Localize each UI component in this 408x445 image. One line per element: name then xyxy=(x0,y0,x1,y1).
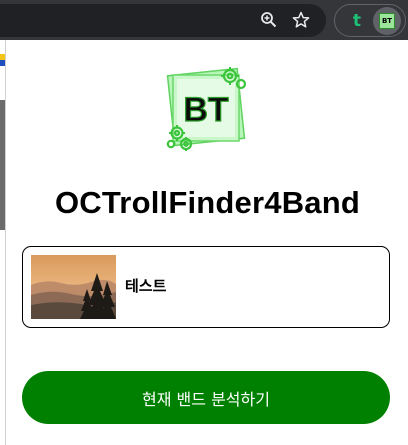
address-bar[interactable] xyxy=(0,4,326,37)
bt-extension-icon[interactable]: BT xyxy=(373,7,401,35)
star-icon[interactable] xyxy=(290,9,312,31)
analyze-current-band-button[interactable]: 현재 밴드 분석하기 xyxy=(22,371,390,424)
browser-toolbar: t BT xyxy=(0,0,408,40)
bt-logo-text: BT xyxy=(183,91,229,129)
band-card[interactable]: 테스트 xyxy=(22,246,390,328)
bt-extension-badge: BT xyxy=(379,13,395,29)
bt-logo: BT xyxy=(162,65,250,153)
band-name: 테스트 xyxy=(125,277,167,295)
extension-popup: BT OCTrollFinder4Band 테스트 현재 밴드 분석하기 xyxy=(5,40,408,445)
zoom-in-icon[interactable] xyxy=(258,9,280,31)
extensions-group: t BT xyxy=(334,4,406,37)
band-thumbnail xyxy=(31,255,116,319)
app-title: OCTrollFinder4Band xyxy=(54,185,361,220)
t-extension-icon[interactable]: t xyxy=(345,9,369,33)
